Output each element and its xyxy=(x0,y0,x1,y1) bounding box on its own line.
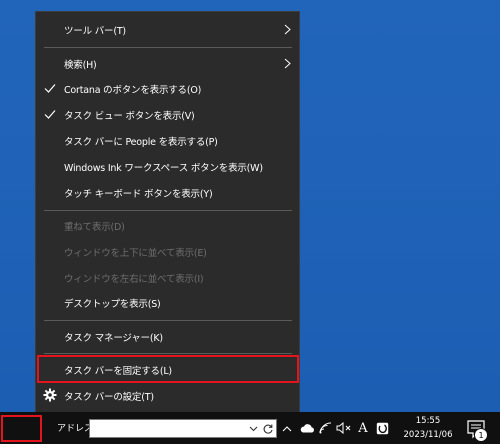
clock-time: 15:55 xyxy=(415,416,441,426)
menu-item-cascade-windows: 重ねて表示(D) xyxy=(36,213,299,238)
menu-item-taskbar-settings[interactable]: タスク バーの設定(T) xyxy=(36,383,299,408)
address-input[interactable] xyxy=(90,420,250,437)
wifi-icon xyxy=(319,422,331,434)
chevron-right-icon xyxy=(284,24,291,35)
speaker-muted-icon xyxy=(336,422,351,434)
network-tray-button[interactable] xyxy=(318,419,332,437)
menu-item-label: デスクトップを表示(S) xyxy=(64,298,161,310)
notification-count-badge: 1 xyxy=(474,428,488,442)
address-toolbar-label: アドレス xyxy=(57,424,94,434)
gear-icon xyxy=(43,388,57,402)
menu-separator xyxy=(44,210,292,211)
cloud-icon xyxy=(300,424,314,433)
menu-item-stack-windows: ウィンドウを上下に並べて表示(E) xyxy=(36,239,299,264)
chevron-right-icon xyxy=(284,58,291,69)
ime-mode-indicator[interactable]: A xyxy=(356,419,370,437)
menu-item-label: ウィンドウを左右に並べて表示(I) xyxy=(64,273,204,285)
menu-item-toolbars[interactable]: ツール バー(T) xyxy=(36,17,299,42)
address-toolbar xyxy=(89,419,277,438)
onedrive-tray-button[interactable] xyxy=(298,419,316,437)
clock-date: 2023/11/06 xyxy=(403,430,453,440)
menu-item-task-manager[interactable]: タスク マネージャー(K) xyxy=(36,324,299,349)
menu-item-label: 重ねて表示(D) xyxy=(64,221,125,233)
menu-item-side-by-side-windows: ウィンドウを左右に並べて表示(I) xyxy=(36,265,299,290)
taskbar-clock[interactable]: 15:55 2023/11/06 xyxy=(398,413,458,443)
menu-item-label: タスク ビュー ボタンを表示(V) xyxy=(64,110,195,122)
volume-tray-button[interactable] xyxy=(335,419,353,437)
menu-item-label: タスク マネージャー(K) xyxy=(64,332,163,344)
menu-item-label: タッチ キーボード ボタンを表示(Y) xyxy=(64,188,213,200)
menu-item-show-touch-keyboard[interactable]: タッチ キーボード ボタンを表示(Y) xyxy=(36,180,299,205)
menu-separator xyxy=(44,353,292,354)
menu-separator xyxy=(44,47,292,48)
menu-item-label: ウィンドウを上下に並べて表示(E) xyxy=(64,247,207,259)
checkmark-icon xyxy=(44,84,56,93)
menu-item-lock-taskbar[interactable]: タスク バーを固定する(L) xyxy=(36,357,299,382)
input-language-tray-button[interactable] xyxy=(375,419,389,437)
refresh-icon[interactable] xyxy=(262,423,274,435)
menu-item-label: Cortana のボタンを表示する(O) xyxy=(64,84,202,96)
menu-separator xyxy=(44,320,292,321)
menu-item-search[interactable]: 検索(H) xyxy=(36,51,299,76)
checkmark-icon xyxy=(44,110,56,119)
taskbar-context-menu: ツール バー(T) 検索(H) Cortana のボタンを表示する(O) タスク… xyxy=(35,11,300,413)
menu-item-show-people[interactable]: タスク バーに People を表示する(P) xyxy=(36,128,299,153)
input-indicator-icon xyxy=(376,422,388,434)
menu-item-show-desktop[interactable]: デスクトップを表示(S) xyxy=(36,290,299,315)
menu-item-show-windows-ink[interactable]: Windows Ink ワークスペース ボタンを表示(W) xyxy=(36,154,299,179)
chevron-up-icon xyxy=(282,425,292,431)
menu-item-label: タスク バーを固定する(L) xyxy=(64,365,172,377)
menu-item-label: タスク バーに People を表示する(P) xyxy=(64,136,218,148)
menu-item-label: ツール バー(T) xyxy=(64,25,126,37)
taskbar-empty-area-highlight[interactable] xyxy=(1,415,42,442)
menu-item-show-task-view[interactable]: タスク ビュー ボタンを表示(V) xyxy=(36,102,299,127)
menu-item-label: 検索(H) xyxy=(64,59,97,71)
menu-item-label: タスク バーの設定(T) xyxy=(64,391,154,403)
show-hidden-icons-button[interactable] xyxy=(281,419,293,437)
chevron-down-icon[interactable] xyxy=(249,424,258,433)
menu-item-show-cortana[interactable]: Cortana のボタンを表示する(O) xyxy=(36,76,299,101)
menu-item-label: Windows Ink ワークスペース ボタンを表示(W) xyxy=(64,162,263,174)
